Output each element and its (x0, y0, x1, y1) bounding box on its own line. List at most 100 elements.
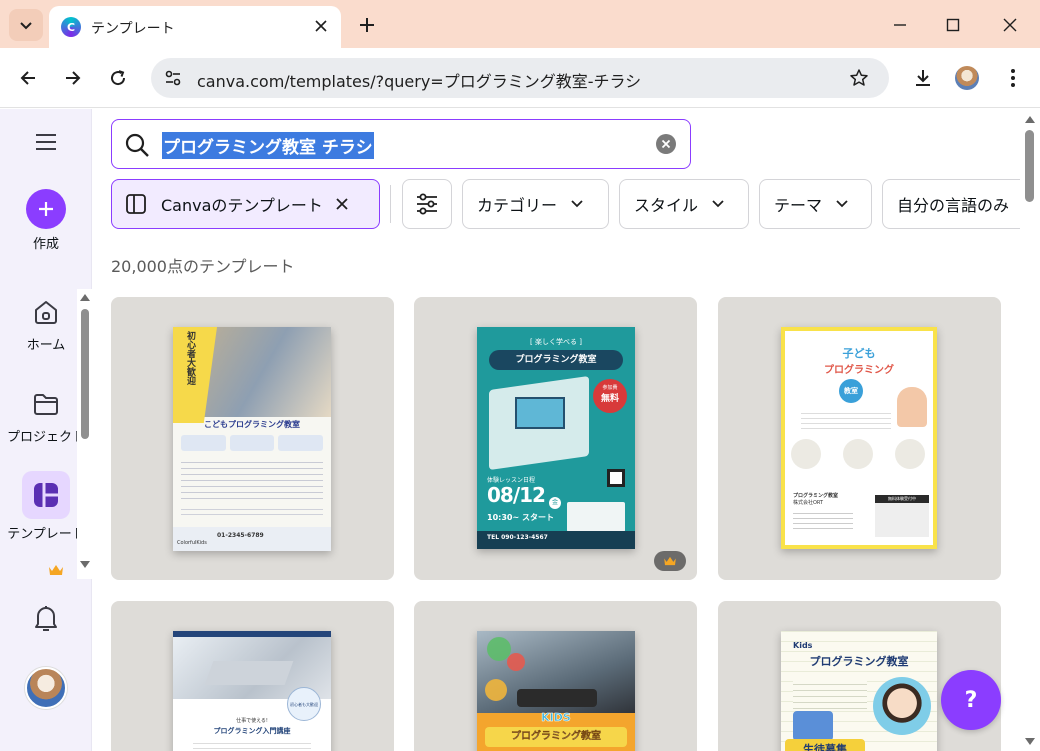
filter-style-dropdown[interactable]: スタイル (619, 179, 749, 229)
menu-toggle-button[interactable] (0, 133, 92, 155)
main-scroll-down-icon[interactable] (1025, 738, 1035, 745)
tab-title: テンプレート (91, 21, 175, 37)
main-scroll-up-icon[interactable] (1025, 116, 1035, 123)
crown-icon (664, 556, 676, 566)
minimize-icon (894, 24, 906, 26)
templates-icon (22, 471, 70, 519)
folder-icon (28, 386, 64, 422)
url-text: canva.com/templates/?query=プログラミング教室-チラシ (197, 72, 642, 91)
site-settings-button[interactable] (161, 66, 185, 90)
filter-theme-label: テーマ (774, 196, 823, 215)
filter-theme-dropdown[interactable]: テーマ (759, 179, 872, 229)
template-text: 子ども (842, 347, 876, 360)
filter-own-language-label: 自分の言語のみ (897, 196, 1010, 215)
chevron-down-icon (571, 200, 583, 208)
template-text: 生徒募集 (785, 739, 865, 751)
template-text: [ 楽しく学べる ] (530, 338, 582, 346)
template-text: プログラミング入門講座 (213, 727, 291, 735)
reload-icon (111, 70, 126, 86)
bookmark-button[interactable] (847, 66, 871, 90)
download-button[interactable] (909, 64, 937, 92)
reload-button[interactable] (104, 64, 132, 92)
template-thumbnail: 初心者も大歓迎 仕事で使える! プログラミング入門講座 (173, 631, 331, 751)
filter-chip-canva-templates[interactable]: Canvaのテンプレート (111, 179, 380, 229)
template-text: KIDS (541, 711, 571, 725)
template-thumbnail: KIDS プログラミング教室 (477, 631, 635, 751)
kebab-menu-icon (1011, 69, 1015, 87)
template-text: Kids (793, 641, 813, 650)
browser-tab[interactable]: C テンプレート (49, 6, 341, 48)
minimize-button[interactable] (880, 8, 920, 42)
create-label: 作成 (32, 237, 59, 252)
plus-icon (360, 18, 374, 32)
template-card[interactable]: KIDS プログラミング教室 (414, 601, 697, 751)
template-text: TEL 090-123-4567 (487, 534, 548, 541)
template-search-input[interactable]: プログラミング教室 チラシ (111, 119, 691, 169)
template-text: プログラミング教室 (489, 350, 623, 370)
window-close-button[interactable] (990, 8, 1030, 42)
template-thumbnail: Kids プログラミング教室 生徒募集 (781, 631, 937, 751)
template-text: ColorfulKids (177, 540, 207, 546)
back-button[interactable] (14, 64, 42, 92)
search-query-text[interactable]: プログラミング教室 チラシ (162, 132, 374, 159)
profile-avatar[interactable] (955, 66, 979, 90)
template-thumbnail: 初心者大歓迎 こどもプログラミング教室 01-2345-6789 Colorfu… (173, 327, 331, 551)
account-button[interactable] (0, 667, 92, 709)
clear-search-button[interactable] (656, 134, 676, 154)
templates-icon (126, 194, 146, 214)
template-text: 01-2345-6789 (217, 532, 264, 539)
template-text: 仕事で使える! (236, 718, 268, 724)
new-tab-button[interactable] (354, 12, 380, 38)
template-text: 初心者も大歓迎 (287, 687, 321, 721)
template-thumbnail: [ 楽しく学べる ] プログラミング教室 参加費 無料 体験レッスン日程 08/… (477, 327, 635, 549)
template-thumbnail: 子ども プログラミング 教室 プログラミング教室 株式会社ORT 無料体験受付中 (781, 327, 937, 549)
site-settings-icon (165, 70, 181, 86)
template-card[interactable]: 子ども プログラミング 教室 プログラミング教室 株式会社ORT 無料体験受付中 (718, 297, 1001, 580)
back-arrow-icon (20, 71, 35, 85)
notifications-button[interactable] (0, 603, 92, 637)
template-text: 金 (549, 497, 561, 509)
clear-icon (661, 139, 671, 149)
all-filters-button[interactable] (402, 179, 452, 229)
template-card[interactable]: [ 楽しく学べる ] プログラミング教室 参加費 無料 体験レッスン日程 08/… (414, 297, 697, 580)
create-button[interactable]: 作成 (0, 189, 92, 252)
template-text: 教室 (839, 379, 863, 403)
forward-button[interactable] (59, 64, 87, 92)
template-card[interactable]: 初心者も大歓迎 仕事で使える! プログラミング入門講座 (111, 601, 394, 751)
close-icon[interactable] (335, 197, 349, 211)
template-text: 無料体験受付中 (875, 495, 929, 503)
template-text: プログラミング教室 (809, 655, 909, 668)
search-icon (125, 133, 149, 157)
template-text: プログラミング教室 (793, 493, 839, 499)
hamburger-icon (36, 134, 56, 150)
filter-own-language-toggle[interactable]: 自分の言語のみ (882, 179, 1020, 229)
filter-category-dropdown[interactable]: カテゴリー (462, 179, 609, 229)
download-icon (916, 70, 930, 86)
help-button[interactable]: ? (941, 670, 1001, 730)
template-text: 08/12 (487, 483, 546, 507)
rail-scroll-up-icon[interactable] (80, 294, 90, 301)
template-text: プログラミング (824, 365, 894, 376)
left-rail: 作成 ホーム プロジェクト テンプレート (0, 109, 93, 751)
rail-scroll-thumb[interactable] (81, 309, 89, 439)
browser-toolbar: canva.com/templates/?query=プログラミング教室-チラシ (0, 48, 1040, 108)
bell-icon (35, 606, 57, 631)
close-icon (315, 20, 327, 32)
tab-close-button[interactable] (311, 16, 331, 36)
chrome-menu-button[interactable] (999, 64, 1027, 92)
home-icon (28, 294, 64, 330)
maximize-icon (946, 18, 960, 32)
filter-chip-label: Canvaのテンプレート (161, 196, 323, 215)
main-scroll-thumb[interactable] (1025, 130, 1034, 202)
template-text: 参加費 (602, 385, 618, 391)
chevron-down-icon (712, 200, 724, 208)
create-plus (26, 189, 66, 229)
address-bar[interactable]: canva.com/templates/?query=プログラミング教室-チラシ (151, 58, 889, 98)
close-icon (1003, 18, 1017, 32)
template-text: 株式会社ORT (793, 500, 824, 506)
template-card[interactable]: 初心者大歓迎 こどもプログラミング教室 01-2345-6789 Colorfu… (111, 297, 394, 580)
canva-favicon-icon: C (61, 17, 81, 37)
tab-search-button[interactable] (9, 9, 43, 41)
rail-scroll-down-icon[interactable] (80, 561, 90, 568)
maximize-button[interactable] (933, 8, 973, 42)
